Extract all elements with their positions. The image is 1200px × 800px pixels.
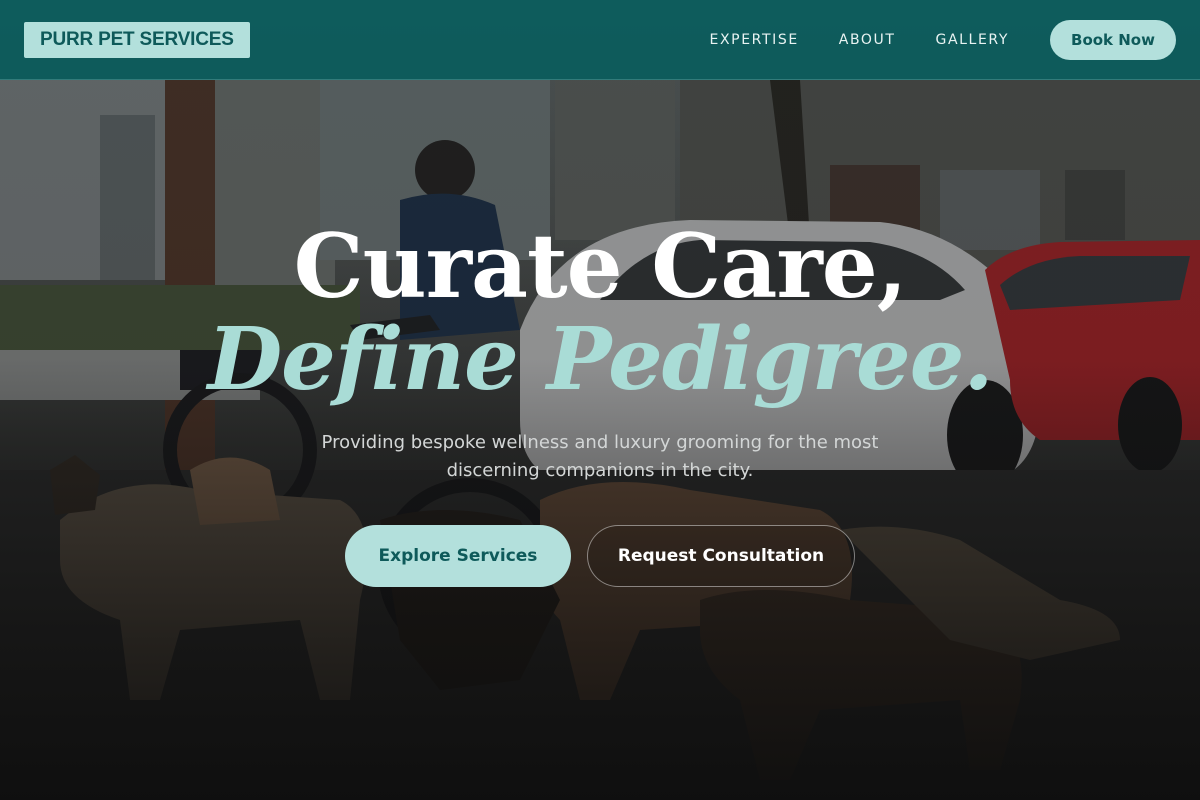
book-now-button[interactable]: Book Now [1050, 19, 1176, 60]
main-nav: EXPERTISE ABOUT GALLERY Book Now [710, 19, 1176, 60]
request-consultation-button[interactable]: Request Consultation [587, 525, 855, 587]
landing-page: PURR PET SERVICES EXPERTISE ABOUT GALLER… [0, 0, 1200, 800]
nav-link-gallery[interactable]: GALLERY [936, 32, 1009, 48]
site-header: PURR PET SERVICES EXPERTISE ABOUT GALLER… [0, 0, 1200, 80]
brand-logo[interactable]: PURR PET SERVICES [24, 21, 250, 58]
headline-line-2: Define Pedigree. [207, 309, 994, 410]
hero-cta-group: Explore Services Request Consultation [345, 525, 855, 587]
hero-section: Curate Care, Define Pedigree. Providing … [0, 0, 1200, 800]
nav-link-about[interactable]: ABOUT [839, 32, 896, 48]
explore-services-button[interactable]: Explore Services [345, 525, 571, 587]
nav-link-expertise[interactable]: EXPERTISE [710, 32, 799, 48]
hero-subtitle: Providing bespoke wellness and luxury gr… [321, 432, 879, 481]
